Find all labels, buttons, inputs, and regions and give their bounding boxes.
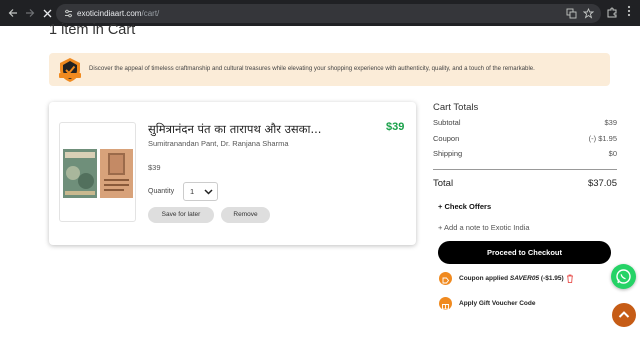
coupon-applied-prefix: Coupon applied <box>459 275 510 282</box>
product-authors: Sumitranandan Pant, Dr. Ranjana Sharma <box>148 139 289 148</box>
banner-text: Discover the appeal of timeless craftman… <box>89 65 535 72</box>
subtotal-label: Subtotal <box>433 118 461 127</box>
total-value: $37.05 <box>587 178 617 189</box>
proceed-to-checkout-button[interactable]: Proceed to Checkout <box>438 241 611 264</box>
shipping-row: Shipping $0 <box>433 149 617 158</box>
back-arrow-icon[interactable] <box>4 4 22 22</box>
promo-banner: Discover the appeal of timeless craftman… <box>49 53 610 86</box>
chevron-down-icon <box>204 189 213 195</box>
save-for-later-button[interactable]: Save for later <box>148 207 214 223</box>
url-text: exoticindiaart.com/cart/ <box>77 7 159 20</box>
coupon-row: Coupon (-) $1.95 <box>433 134 617 143</box>
whatsapp-chat-button[interactable] <box>611 264 636 289</box>
quantity-select[interactable]: 1 <box>183 182 218 201</box>
quantity-label: Quantity <box>148 188 175 195</box>
shipping-label: Shipping <box>433 149 463 158</box>
cart-item-card: सुमित्रानंदन पंत का तारापथ और उसका... Su… <box>49 102 416 245</box>
url-host: exoticindiaart.com <box>77 9 142 18</box>
translate-icon[interactable] <box>566 8 577 19</box>
site-info-icon[interactable] <box>63 8 74 19</box>
check-offers-toggle[interactable]: + Check Offers <box>438 202 491 211</box>
book-cover-back-image <box>100 149 133 198</box>
forward-arrow-icon[interactable] <box>21 4 39 22</box>
coupon-discount: (-$1.95) <box>539 275 564 282</box>
gift-voucher-icon <box>439 297 452 310</box>
product-thumbnail[interactable] <box>59 122 136 222</box>
scroll-to-top-button[interactable] <box>612 303 636 327</box>
total-row: Total $37.05 <box>433 178 617 189</box>
add-note-toggle[interactable]: + Add a note to Exotic India <box>438 223 530 232</box>
book-cover-front-image <box>63 149 97 198</box>
address-bar[interactable]: exoticindiaart.com/cart/ <box>56 4 601 23</box>
bookmark-star-icon[interactable] <box>582 7 595 19</box>
totals-divider <box>433 169 617 170</box>
url-path: /cart/ <box>141 9 160 18</box>
coupon-applied-text: Coupon applied SAVER05 (-$1.95) <box>459 275 564 282</box>
remove-button[interactable]: Remove <box>221 207 270 223</box>
stop-loading-icon[interactable] <box>38 4 56 22</box>
apply-gift-voucher-link[interactable]: Apply Gift Voucher Code <box>459 300 535 307</box>
cart-totals-heading: Cart Totals <box>433 102 479 113</box>
trash-icon[interactable] <box>566 274 574 283</box>
coupon-value: (-) $1.95 <box>588 134 617 143</box>
coupon-label: Coupon <box>433 134 460 143</box>
chevron-up-icon <box>618 311 630 318</box>
whatsapp-icon <box>616 269 631 284</box>
quantity-value: 1 <box>190 187 195 196</box>
product-title-link[interactable]: सुमित्रानंदन पंत का तारापथ और उसका... <box>148 122 321 137</box>
quality-badge-icon <box>59 58 81 82</box>
line-total-price: $39 <box>386 121 405 133</box>
extensions-puzzle-icon[interactable] <box>606 6 618 18</box>
page-title: 1 item in Cart <box>49 22 136 38</box>
subtotal-row: Subtotal $39 <box>433 118 617 127</box>
subtotal-value: $39 <box>604 118 617 127</box>
coupon-tag-icon <box>439 272 452 285</box>
shipping-value: $0 <box>608 149 617 158</box>
total-label: Total <box>433 178 454 189</box>
unit-price: $39 <box>148 163 161 172</box>
more-menu-icon[interactable] <box>624 5 634 19</box>
coupon-code: SAVER05 <box>509 275 540 282</box>
